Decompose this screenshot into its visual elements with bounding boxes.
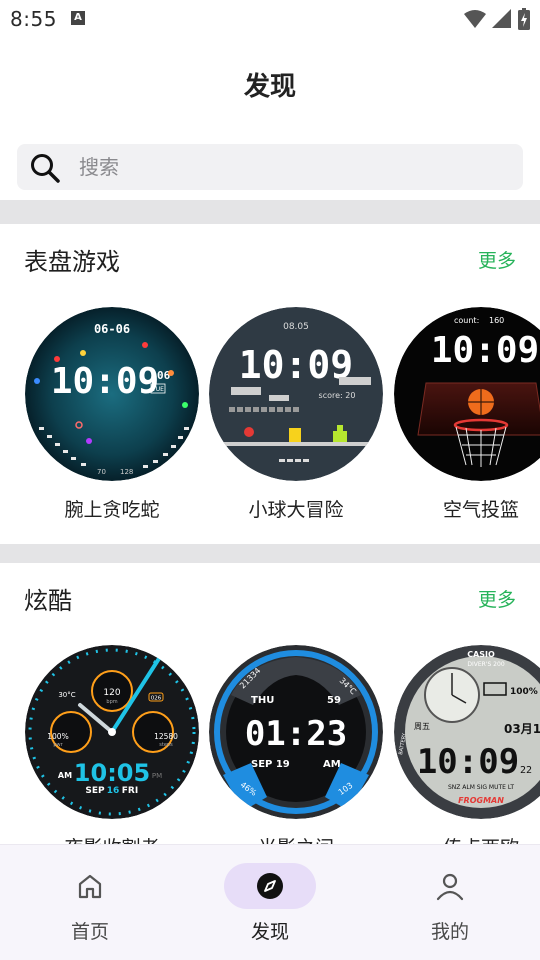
basket-count: 160 (489, 316, 504, 325)
section-cool: 炫酷 更多 120 bpm 100% pwr 12580 steps 30°C … (0, 563, 540, 844)
casio-date: 03月17日 (504, 722, 540, 736)
watchface-name: 小球大冒险 (248, 499, 344, 521)
reaper-time: 10:05 (74, 759, 150, 787)
basket-time: 10:09 (431, 330, 539, 371)
basket-count-label: count: (454, 316, 479, 325)
light-time: 01:23 (245, 714, 347, 754)
nav-mine[interactable]: 我的 (360, 845, 540, 960)
casio-battery: 100% (510, 687, 538, 697)
wifi-icon (464, 10, 486, 28)
light-date: SEP 19 (251, 759, 290, 770)
reaper-heart: 120 (103, 688, 120, 698)
signal-icon (492, 9, 511, 28)
reaper-pct: 100% (47, 732, 68, 741)
casio-weekday: 周五 (414, 722, 430, 731)
watchface-name: 传点西欧 (394, 833, 540, 844)
snake-left-num: 70 (97, 468, 106, 476)
snake-day: TUE (151, 386, 164, 393)
light-ampm: AM (323, 759, 341, 770)
ball-time: 10:09 (239, 343, 353, 387)
section-watch-games: 表盘游戏 更多 06-06 10:09 06 TUE 70 128 腕上贪吃蛇 … (0, 224, 540, 544)
watchface-ball-adventure: 08.05 10:09 score: 20 (209, 307, 383, 481)
watchface-night-reaper: 120 bpm 100% pwr 12580 steps 30°C 026 AM… (25, 645, 199, 819)
person-icon (436, 873, 464, 901)
nav-discover[interactable]: 发现 (180, 845, 360, 960)
watchface-card-snake[interactable]: 06-06 10:09 06 TUE 70 128 腕上贪吃蛇 (25, 307, 199, 522)
reaper-badge: 026 (151, 696, 162, 702)
snake-date: 06-06 (94, 322, 130, 336)
watchface-name: 光影之间 (209, 833, 383, 844)
reaper-temp: 30°C (58, 691, 75, 699)
casio-secs: 22 (520, 765, 532, 776)
home-icon (78, 874, 102, 899)
watchface-card-light-shadow[interactable]: 21334 34°C THU 59 01:23 SEP 19 AM 46% 10… (209, 645, 383, 844)
watchface-name: 腕上贪吃蛇 (64, 499, 160, 521)
more-link[interactable]: 更多 (478, 246, 516, 273)
section-divider (0, 200, 540, 224)
ball-score: score: 20 (319, 391, 356, 400)
reaper-month: SEP (85, 786, 105, 796)
reaper-steps-unit: steps (159, 742, 173, 748)
casio-brand: CASIO (467, 650, 495, 659)
notification-icon: A (71, 11, 85, 25)
light-secs: 59 (327, 695, 341, 706)
header: 发现 (0, 38, 540, 200)
more-link[interactable]: 更多 (478, 585, 516, 612)
ball-date: 08.05 (283, 322, 309, 332)
watchface-card-casio[interactable]: CASIO DIVER'S 200 100% 周五 03月17日 10:09 2… (394, 645, 540, 844)
reaper-weekday: FRI (122, 786, 138, 796)
snake-secs: 06 (157, 369, 171, 382)
casio-logo: FROGMAN (458, 796, 504, 805)
watchface-card-night-reaper[interactable]: 120 bpm 100% pwr 12580 steps 30°C 026 AM… (25, 645, 199, 844)
watchface-casio: CASIO DIVER'S 200 100% 周五 03月17日 10:09 2… (394, 645, 540, 819)
watchface-snake: 06-06 10:09 06 TUE 70 128 (25, 307, 199, 481)
light-day: THU (251, 695, 274, 706)
nav-label: 首页 (70, 921, 109, 943)
snake-right-num: 128 (120, 468, 133, 476)
snake-time: 10:09 (51, 361, 159, 402)
casio-bottom-row: SNZ ALM SIG MUTE LT (448, 784, 514, 791)
status-bar: 8:55 A (0, 0, 540, 38)
compass-icon (257, 873, 283, 899)
page-title: 发现 (243, 72, 296, 102)
battery-charging-icon (518, 8, 530, 30)
section-divider (0, 544, 540, 563)
section-title: 表盘游戏 (24, 248, 120, 276)
watchface-basketball: count: 160 10:09 (394, 307, 540, 481)
reaper-heart-unit: bpm (106, 699, 117, 705)
watchface-light-shadow: 21334 34°C THU 59 01:23 SEP 19 AM 46% 10… (209, 645, 383, 819)
status-time: 8:55 (10, 7, 57, 31)
casio-time: 10:09 (417, 742, 519, 782)
reaper-pm: PM (152, 772, 162, 780)
watchface-card-ball-adventure[interactable]: 08.05 10:09 score: 20 小球大冒险 (209, 307, 383, 522)
nav-label: 我的 (430, 921, 469, 943)
reaper-steps: 12580 (154, 732, 178, 741)
reaper-pct-unit: pwr (53, 742, 63, 748)
watchface-name: 夜影收割者 (25, 833, 199, 844)
search-input[interactable] (79, 144, 499, 190)
watchface-card-basketball[interactable]: count: 160 10:09 空气投篮 (394, 307, 540, 522)
reaper-day: 16 (107, 786, 120, 796)
watchface-name: 空气投篮 (442, 499, 519, 521)
search-bar[interactable] (17, 144, 523, 190)
nav-label: 发现 (250, 921, 289, 943)
reaper-ampm: AM (58, 771, 72, 780)
bottom-nav: 首页 发现 我的 (0, 844, 540, 960)
section-title: 炫酷 (24, 587, 72, 615)
casio-model: DIVER'S 200 (467, 661, 504, 668)
search-icon (31, 154, 60, 183)
nav-home[interactable]: 首页 (0, 845, 180, 960)
